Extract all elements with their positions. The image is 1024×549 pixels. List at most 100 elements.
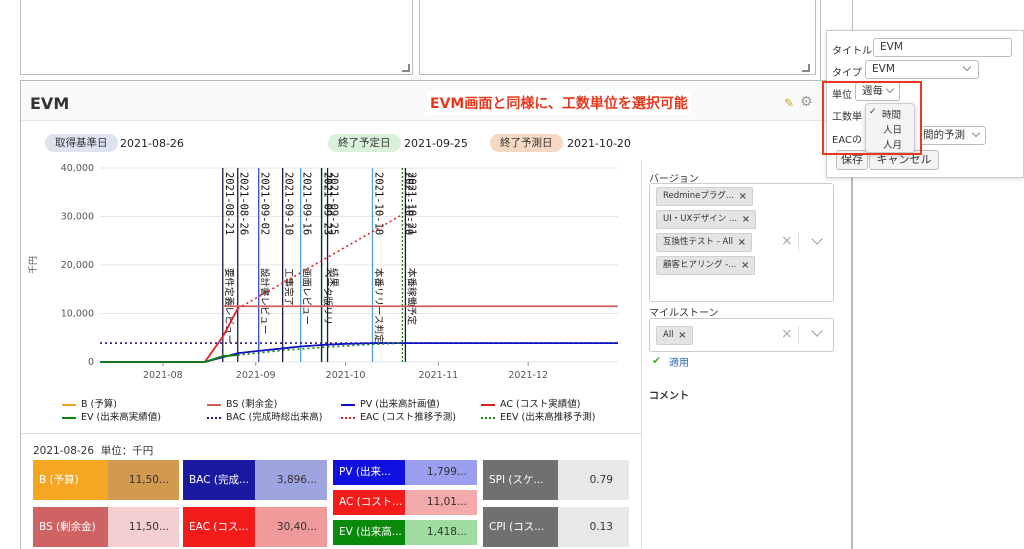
milestone-label: 本番稼働予定 [405, 268, 417, 326]
resize-handle-icon[interactable] [402, 64, 410, 72]
remove-icon[interactable]: × [741, 257, 749, 274]
x-tick-label: 2021-12 [508, 370, 548, 381]
bs-value: 11,50... [108, 507, 179, 547]
cpi-value: 0.13 [558, 507, 629, 547]
clear-icon[interactable]: × [781, 326, 793, 342]
legend-item[interactable]: PV (出来高計画値) [341, 396, 440, 410]
milestone-tag[interactable]: All × [656, 326, 693, 345]
milestone-label: 画面レビュー [301, 268, 312, 325]
title-label: タイトル [832, 46, 872, 57]
gear-icon[interactable]: ⚙ [800, 94, 813, 110]
x-tick-label: 2021-08 [143, 370, 183, 381]
milestone-date: 2021-09-16 [301, 172, 313, 235]
type-select[interactable]: EVM [865, 60, 979, 79]
version-tag[interactable]: 顧客ヒアリング -... × [656, 256, 756, 275]
y-tick-label: 0 [88, 357, 94, 368]
version-tag[interactable]: Redmineプラグ... × [656, 187, 754, 206]
spi-value: 0.79 [558, 460, 629, 500]
bac-value: 3,896... [255, 460, 327, 500]
pv-label: PV (出来... [333, 460, 405, 485]
chevron-down-icon[interactable] [798, 233, 799, 251]
divider [798, 326, 799, 344]
ac-label: AC (コスト... [333, 490, 405, 515]
legend-item[interactable]: EEV (出来高推移予測) [481, 409, 595, 423]
base-date-value: 2021-08-26 [120, 137, 184, 150]
y-tick-label: 10,000 [61, 309, 94, 320]
pv-value: 1,799... [405, 460, 477, 485]
series-line [100, 308, 239, 363]
apply-link[interactable]: 適用 [669, 354, 689, 369]
planned-date-pill: 終了予定日 [328, 134, 401, 152]
planned-date-value: 2021-09-25 [404, 137, 468, 150]
resize-handle-icon[interactable] [802, 64, 810, 72]
remove-icon[interactable]: × [742, 211, 750, 228]
legend-item[interactable]: EAC (コスト推移予測) [341, 409, 456, 423]
legend-item[interactable]: B (予算) [62, 396, 117, 410]
milestone-date: 2021-10-21 [405, 172, 417, 235]
legend-item[interactable]: EV (出来高実績値) [62, 409, 161, 423]
legend-item[interactable]: BAC (完成時総出来高) [207, 409, 322, 423]
remove-icon[interactable]: × [738, 234, 746, 251]
remove-icon[interactable]: × [739, 188, 747, 205]
base-date-pill: 取得基準日 [45, 134, 118, 152]
milestone-label: 設計書レビュー [259, 268, 271, 335]
remove-icon[interactable]: × [678, 327, 686, 344]
legend-swatch [481, 416, 495, 419]
ev-value: 1,418... [405, 520, 477, 545]
forecast-date-pill: 終了予測日 [490, 134, 563, 152]
legend-item[interactable]: BS (剩余金) [207, 396, 277, 410]
cpi-label: CPI (コス... [483, 507, 558, 547]
legend-swatch [207, 403, 221, 406]
y-tick-label: 30,000 [61, 212, 94, 223]
callout-text: EVM画面と同様に、工数単位を選択可能 [427, 92, 691, 114]
bs-label: BS (剰余金) [33, 507, 108, 547]
x-tick-label: 2021-09 [236, 370, 276, 381]
comment-label: コメント [649, 391, 689, 402]
ev-label: EV (出来高... [333, 520, 405, 545]
bac-label: BAC (完成... [183, 460, 255, 500]
milestone-date: 2021-08-26 [238, 172, 250, 235]
y-axis-label: 千円 [28, 256, 39, 274]
series-line [100, 342, 618, 363]
legend-label: EAC (コスト推移予測) [360, 412, 456, 423]
clear-icon[interactable]: × [781, 233, 793, 249]
filter-separator [641, 160, 642, 549]
series-line [100, 354, 238, 363]
version-tag[interactable]: UI・UXデザイン ... × [656, 210, 757, 229]
top-panel-2 [419, 0, 816, 75]
milestone-date: 2021-08-21 [223, 172, 235, 235]
x-tick-label: 2021-11 [418, 370, 458, 381]
legend-label: EEV (出来高推移予測) [500, 412, 596, 423]
y-tick-label: 40,000 [61, 163, 94, 174]
version-tags: Redmineプラグ... × UI・UXデザイン ... × 互換性テスト - A… [656, 187, 768, 279]
milestone-date: 2021-09-10 [283, 172, 295, 235]
title-input[interactable]: EVM [873, 38, 1012, 57]
evm-chart: 0 10,000 20,000 30,000 40,000 千円 2021-08 2021-0… [28, 163, 618, 381]
highlight-frame [822, 81, 922, 155]
top-panel-1 [20, 0, 413, 75]
forecast-date-value: 2021-10-20 [567, 137, 631, 150]
eac-label: EAC (コス... [183, 507, 255, 547]
spi-label: SPI (スケ... [483, 460, 558, 500]
summary-divider [21, 433, 641, 434]
eac-value: 30,40... [255, 507, 327, 547]
b-label: B (予算) [33, 460, 108, 500]
legend-item[interactable]: AC (コスト実績値) [481, 396, 580, 410]
milestone-label: 工事完了 [283, 268, 295, 306]
milestone-date: 2021-09-25 [328, 172, 340, 235]
legend-swatch [62, 416, 76, 419]
legend-swatch [341, 416, 355, 419]
milestone-label: 結果 [328, 268, 340, 288]
y-tick-label: 20,000 [61, 260, 94, 271]
check-icon: ✔ [652, 354, 662, 367]
ac-value: 11,01... [405, 490, 477, 515]
evm-title: EVM [30, 94, 70, 113]
b-value: 11,50... [108, 460, 179, 500]
milestone-date: 2021-09-02 [259, 172, 271, 235]
legend-label: BAC (完成時総出来高) [226, 412, 323, 423]
version-tag[interactable]: 互換性テスト - All × [656, 233, 753, 252]
type-label: タイプ [832, 68, 862, 79]
edit-icon[interactable]: ✎ [784, 96, 794, 110]
summary-header: 2021-08-26 単位：千円 [33, 445, 154, 457]
legend-swatch [207, 416, 221, 419]
